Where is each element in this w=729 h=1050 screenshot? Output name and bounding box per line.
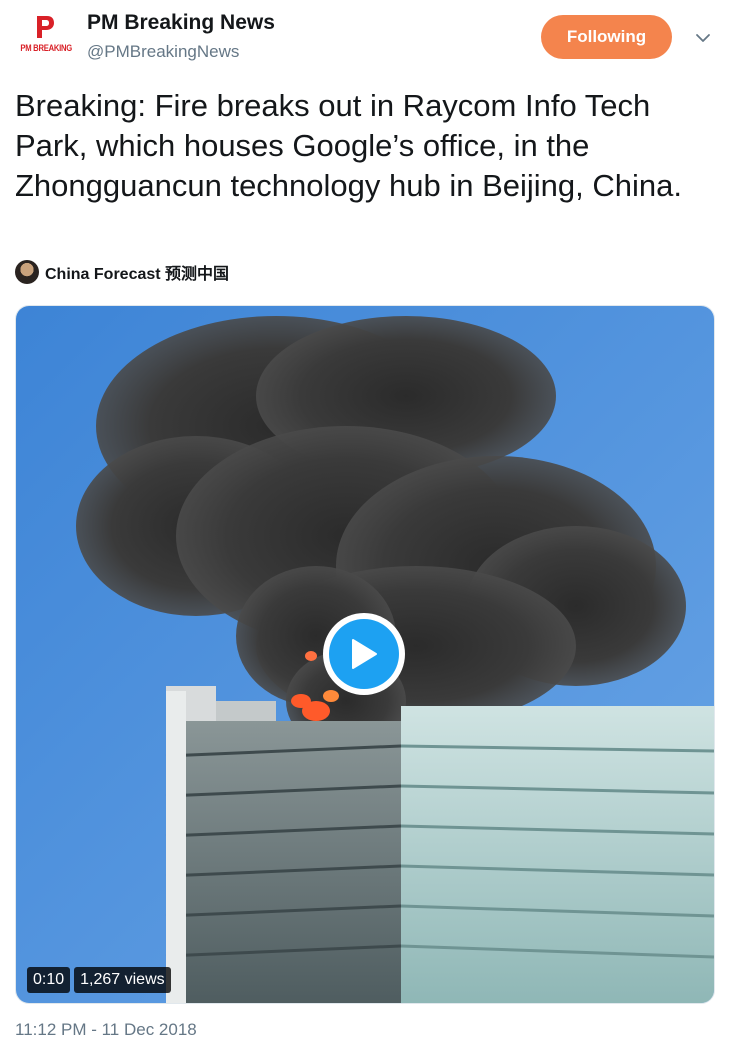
play-button[interactable] <box>323 613 405 695</box>
chevron-down-icon[interactable] <box>693 28 713 48</box>
logo-text: PM BREAKING <box>20 43 72 53</box>
video-views-badge: 1,267 views <box>74 967 171 993</box>
tweet-text: Breaking: Fire breaks out in Raycom Info… <box>15 88 682 203</box>
attribution-name: China Forecast 预测中国 <box>45 266 230 283</box>
video-badges: 0:10 1,267 views <box>27 967 171 993</box>
play-icon <box>352 639 377 669</box>
play-button-inner <box>329 619 399 689</box>
video-duration-badge: 0:10 <box>27 967 71 993</box>
media-attribution[interactable]: China Forecast 预测中国 <box>15 259 229 285</box>
display-name[interactable]: PM Breaking News <box>87 11 275 35</box>
video-player[interactable]: 0:10 1,267 views <box>15 305 715 1004</box>
attribution-avatar <box>15 260 39 284</box>
tweet-timestamp[interactable]: 11:12 PM - 11 Dec 2018 <box>15 1020 197 1040</box>
profile-avatar[interactable]: PM BREAKING <box>16 14 74 64</box>
user-handle[interactable]: @PMBreakingNews <box>87 42 239 62</box>
tweet-header: PM BREAKING PM Breaking News @PMBreaking… <box>0 0 729 80</box>
pm-logo-icon <box>37 16 54 38</box>
following-button[interactable]: Following <box>541 15 672 59</box>
